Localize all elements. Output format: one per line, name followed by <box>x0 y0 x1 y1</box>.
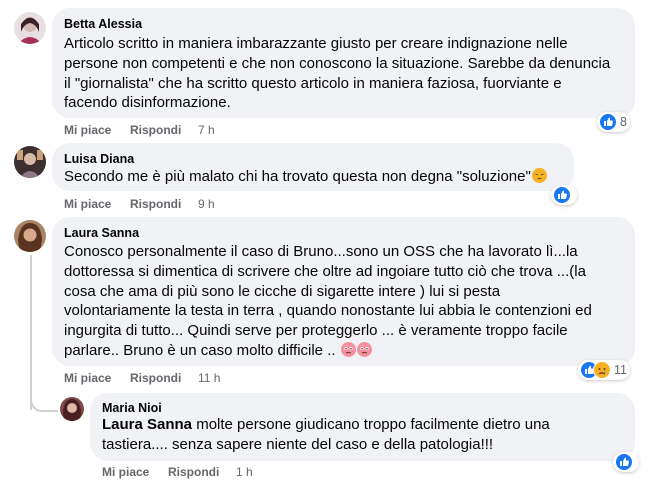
reply-text: Laura Sanna molte persone giudicano trop… <box>102 415 550 455</box>
avatar[interactable] <box>60 397 84 421</box>
reply-bubble: Maria Nioi Laura Sanna molte persone giu… <box>90 393 635 461</box>
mention-link[interactable]: Laura Sanna <box>102 416 192 433</box>
crying-face-emoji <box>356 341 372 357</box>
comment-author[interactable]: Luisa Diana <box>64 152 134 166</box>
comment-line: dottoressa si dimentica di scrivere che … <box>64 262 586 280</box>
comment-line: il "giornalista" che ha scritto questo a… <box>64 74 562 92</box>
reply-button[interactable]: Rispondi <box>130 371 181 385</box>
timestamp[interactable]: 9 h <box>198 197 215 211</box>
like-button[interactable]: Mi piace <box>102 465 149 479</box>
comment-line: ingurgita di tutto... Quindi serve per p… <box>64 322 568 340</box>
comment-line: Articolo scritto in maniera imbarazzante… <box>64 35 568 52</box>
pensive-face-emoji <box>531 168 547 183</box>
comment-text: Conosco personalmente il caso di Bruno..… <box>64 242 592 361</box>
like-icon <box>553 186 571 204</box>
reply-line: molte persone giudicano troppo facilment… <box>192 416 550 433</box>
comment-text: Articolo scritto in maniera imbarazzante… <box>64 34 610 113</box>
reaction-summary[interactable] <box>613 452 639 472</box>
crying-face-emoji <box>340 341 356 357</box>
reply-line: tastiera.... senza sapere niente del cas… <box>102 435 494 453</box>
comment-line: facendo disinformazione. <box>64 94 231 112</box>
like-button[interactable]: Mi piace <box>64 197 111 211</box>
comment-author[interactable]: Betta Alessia <box>64 17 142 31</box>
comment-line: volontariamente la testa in terra , quan… <box>64 302 592 320</box>
comment-bubble: Betta Alessia Articolo scritto in manier… <box>52 8 635 118</box>
reply-button[interactable]: Rispondi <box>130 197 181 211</box>
thread-branch <box>30 392 58 412</box>
reaction-summary[interactable]: 8 <box>597 112 630 132</box>
comment-line: Conosco personalmente il caso di Bruno..… <box>64 243 578 260</box>
reply-button[interactable]: Rispondi <box>168 465 219 479</box>
avatar[interactable] <box>14 146 46 178</box>
comment-text: Secondo me è più malato chi ha trovato q… <box>64 167 547 187</box>
avatar[interactable] <box>14 220 46 252</box>
like-icon <box>599 113 617 131</box>
comment-line: persone non competenti e che non conosco… <box>64 54 611 72</box>
reaction-summary[interactable] <box>551 185 577 205</box>
avatar[interactable] <box>14 12 46 44</box>
like-icon <box>615 453 633 471</box>
like-button[interactable]: Mi piace <box>64 123 111 137</box>
like-button[interactable]: Mi piace <box>64 371 111 385</box>
comment-line: parlare.. Bruno è un caso molto difficil… <box>64 341 336 359</box>
comment-bubble: Laura Sanna Conosco personalmente il cas… <box>52 217 635 366</box>
thread-line <box>30 255 32 410</box>
reaction-count: 11 <box>614 363 627 377</box>
comment-line: Secondo me è più malato chi ha trovato q… <box>64 168 531 185</box>
sad-icon <box>593 361 611 379</box>
comment-bubble: Luisa Diana Secondo me è più malato chi … <box>52 143 574 191</box>
reply-author[interactable]: Maria Nioi <box>102 401 162 415</box>
timestamp[interactable]: 7 h <box>198 123 215 137</box>
comment-line: cosa che ama di più sono le cicche di si… <box>64 282 501 300</box>
comment-author[interactable]: Laura Sanna <box>64 226 139 240</box>
timestamp[interactable]: 11 h <box>198 371 220 385</box>
reply-button[interactable]: Rispondi <box>130 123 181 137</box>
cut-off-fragment <box>62 0 122 2</box>
timestamp[interactable]: 1 h <box>236 465 253 479</box>
reaction-summary[interactable]: 11 <box>578 360 630 380</box>
reaction-count: 8 <box>620 115 627 129</box>
